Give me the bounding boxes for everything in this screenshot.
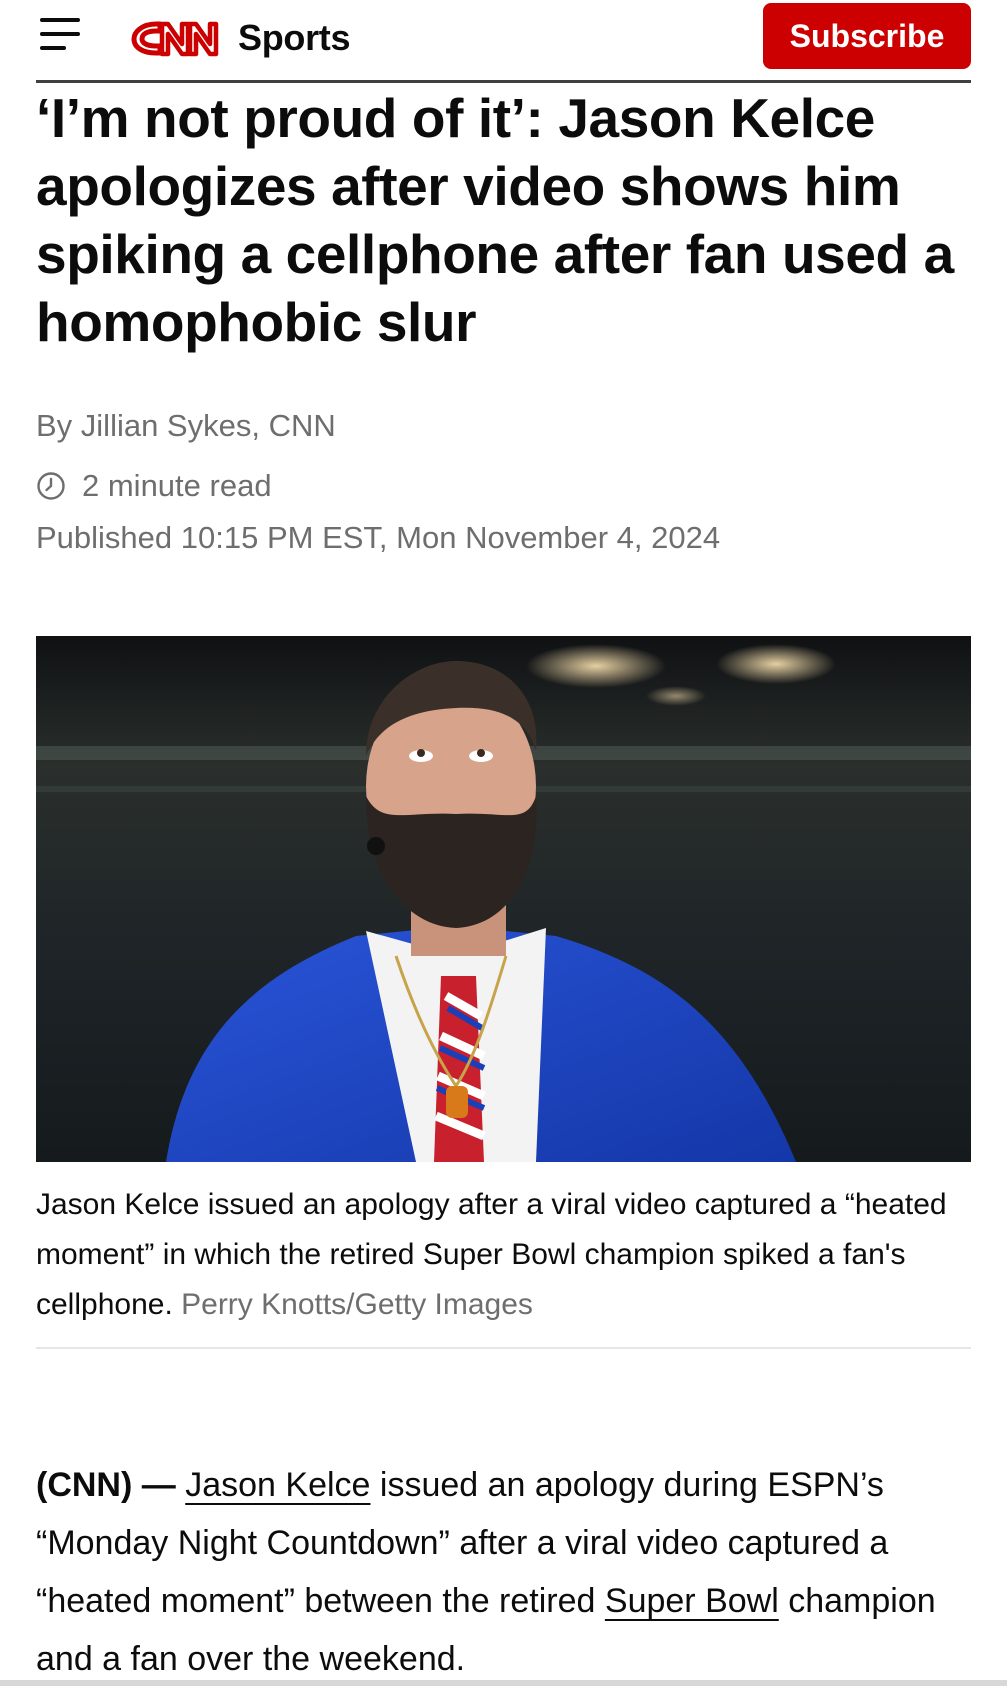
cnn-sports-logo[interactable]: Sports: [126, 10, 351, 66]
super-bowl-link[interactable]: Super Bowl: [605, 1582, 779, 1620]
hamburger-menu-icon[interactable]: [40, 16, 84, 52]
byline[interactable]: By Jillian Sykes, CNN: [36, 408, 336, 444]
jason-kelce-link[interactable]: Jason Kelce: [185, 1466, 370, 1504]
cnn-logo: [126, 12, 230, 64]
hero-image[interactable]: [36, 636, 971, 1162]
published-timestamp: Published 10:15 PM EST, Mon November 4, …: [36, 520, 721, 555]
image-credit: Perry Knotts/Getty Images: [181, 1288, 533, 1321]
clock-icon: [37, 472, 65, 500]
image-caption: Jason Kelce issued an apology after a vi…: [36, 1180, 971, 1330]
read-time: 2 minute read: [36, 468, 272, 504]
article-paragraph: (CNN) — Jason Kelce issued an apology du…: [36, 1456, 971, 1688]
article-headline: ‘I’m not proud of it’: Jason Kelce apolo…: [36, 87, 954, 353]
caption-divider: [36, 1347, 971, 1349]
dateline-source: (CNN) —: [36, 1466, 176, 1504]
subscribe-button[interactable]: Subscribe: [763, 3, 971, 69]
section-label: Sports: [238, 17, 351, 58]
header-divider: [36, 80, 971, 83]
bottom-scroll-edge: [0, 1680, 1007, 1686]
read-time-label: 2 minute read: [82, 468, 272, 503]
site-header: Sports Subscribe: [0, 0, 1007, 80]
